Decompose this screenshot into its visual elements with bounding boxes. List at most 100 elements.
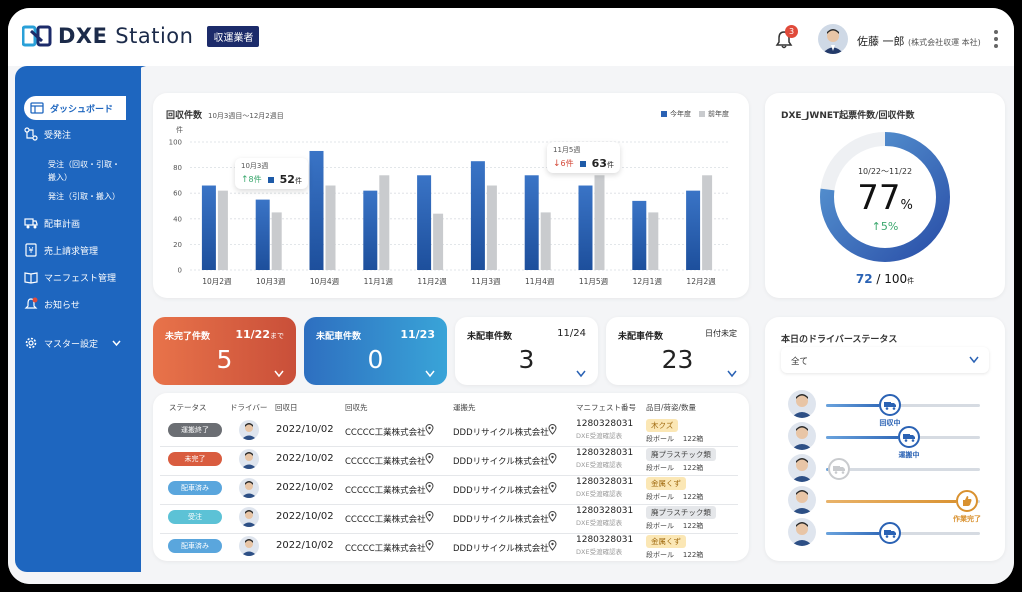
chart-callout-nov-week5: 11月5週 ↓6件 63件 — [547, 142, 620, 173]
sidebar-subitem-place-order[interactable]: 発注（引取・搬入） — [48, 190, 120, 203]
location-pin-icon[interactable] — [548, 453, 557, 464]
location-pin-icon[interactable] — [548, 424, 557, 435]
transport-to: DDDリサイクル株式会社 — [453, 486, 549, 496]
driver-progress-marker — [879, 522, 901, 544]
bar-current-year — [632, 200, 647, 270]
jwnet-period: 10/22〜11/22 — [857, 167, 913, 176]
stat-card-incomplete[interactable]: 未完了件数 11/22まで 5 — [153, 317, 296, 385]
sidebar-item-master-settings[interactable]: マスター設定 — [24, 336, 121, 350]
driver-avatar — [239, 478, 259, 498]
user-person-icon — [822, 29, 844, 54]
sidebar-item-label: ダッシュボード — [50, 104, 114, 115]
sidebar-item-dispatch[interactable]: 配車計画 — [24, 216, 80, 230]
sidebar-item-dashboard[interactable]: ダッシュボード — [24, 96, 126, 120]
transport-to: DDDリサイクル株式会社 — [453, 544, 549, 554]
stat-card-undispatched-1124[interactable]: 未配車件数 11/24 3 — [455, 317, 598, 385]
down-arrow-icon: ↓6件 — [553, 159, 574, 169]
row-divider — [160, 446, 738, 447]
manifest-number[interactable]: 1280328031 DXE受渡確認表 — [576, 535, 633, 556]
item-package-qty: 段ボール 122箱 — [646, 464, 704, 472]
x-tick-label: 10月3週 — [256, 277, 286, 286]
up-arrow-icon: ↑8件 — [241, 175, 262, 185]
status-badge: 配車済み — [168, 539, 222, 553]
collection-from: CCCCC工業株式会社 — [345, 428, 426, 438]
more-menu-icon[interactable] — [992, 28, 1000, 50]
jwnet-diff: ↑5% — [871, 220, 899, 233]
user-avatar[interactable] — [818, 24, 848, 54]
sidebar — [15, 66, 141, 572]
truck-icon — [879, 394, 901, 416]
th-date: 回収日 — [275, 403, 298, 412]
driver-progress-marker — [879, 394, 901, 416]
driver-person-icon — [241, 510, 257, 527]
sidebar-item-label: 配車計画 — [44, 219, 81, 230]
logo-text: DXE Station — [58, 24, 194, 48]
driver-person-icon — [241, 481, 257, 498]
x-tick-label: 12月1週 — [633, 277, 663, 286]
x-tick-label: 11月4週 — [525, 277, 555, 286]
status-badge: 配車済み — [168, 481, 222, 495]
status-badge: 未完了 — [168, 452, 222, 466]
y-axis-unit: 件 — [176, 125, 183, 134]
sidebar-item-label: マスター設定 — [44, 339, 99, 350]
stat-card-undispatched-1123[interactable]: 未配車件数 11/23 0 — [304, 317, 447, 385]
item-tag: 金属くず — [646, 535, 686, 548]
driver-progress-marker — [956, 490, 978, 512]
jwnet-title: DXE_JWNET起票件数/回収件数 — [781, 111, 915, 121]
location-pin-icon[interactable] — [425, 424, 434, 435]
billing-icon: ¥ — [25, 243, 37, 257]
sidebar-item-notices[interactable]: お知らせ — [24, 297, 80, 311]
location-pin-icon[interactable] — [425, 511, 434, 522]
manifest-number[interactable]: 1280328031 DXE受渡確認表 — [576, 506, 633, 527]
driver-status-label: 作業完了 — [953, 515, 981, 523]
bar-current-year — [470, 161, 485, 270]
driver-avatar — [788, 486, 816, 514]
manifest-number[interactable]: 1280328031 DXE受渡確認表 — [576, 448, 633, 469]
manifest-number[interactable]: 1280328031 DXE受渡確認表 — [576, 419, 633, 440]
sidebar-item-orders[interactable]: 受発注 — [24, 127, 71, 141]
role-badge: 収運業者 — [207, 25, 260, 47]
x-tick-label: 11月3週 — [471, 277, 501, 286]
location-pin-icon[interactable] — [425, 540, 434, 551]
collection-date: 2022/10/02 — [276, 424, 334, 435]
location-pin-icon[interactable] — [548, 540, 557, 551]
y-tick-label: 80 — [173, 164, 182, 172]
logo[interactable]: DXE Station 収運業者 — [22, 24, 260, 48]
manifest-number[interactable]: 1280328031 DXE受渡確認表 — [576, 477, 633, 498]
location-pin-icon[interactable] — [425, 482, 434, 493]
stat-card-undispatched-undated[interactable]: 未配車件数 日付未定 23 — [606, 317, 749, 385]
bar-current-year — [524, 175, 539, 270]
driver-avatar — [788, 390, 816, 418]
chevron-down-icon — [425, 370, 435, 378]
bar-previous-year — [271, 212, 282, 270]
legend-current-year: 今年度 — [661, 109, 691, 119]
th-driver: ドライバー — [230, 403, 268, 412]
sidebar-corner — [126, 66, 146, 96]
x-tick-label: 11月5週 — [579, 277, 609, 286]
location-pin-icon[interactable] — [548, 482, 557, 493]
driver-status-label: 運搬中 — [898, 451, 920, 459]
gear-icon — [25, 337, 37, 349]
thumbs-up-icon — [956, 490, 978, 512]
driver-person-icon — [791, 426, 813, 450]
sidebar-item-manifest[interactable]: マニフェスト管理 — [24, 270, 116, 284]
x-tick-label: 11月2週 — [417, 277, 447, 286]
status-badge: 運搬終了 — [168, 423, 222, 437]
location-pin-icon[interactable] — [548, 511, 557, 522]
sidebar-subitem-receive-order[interactable]: 受注（回収・引取・ 搬入） — [48, 158, 120, 184]
driver-filter-select[interactable]: 全て — [781, 347, 989, 373]
user-name[interactable]: 佐藤 一郎 (株式会社収運 本社) — [857, 33, 981, 49]
truck-icon — [898, 426, 920, 448]
driver-avatar — [239, 507, 259, 527]
location-pin-icon[interactable] — [425, 453, 434, 464]
jwnet-count: 72 / 100件 — [855, 272, 915, 286]
sidebar-item-billing[interactable]: ¥ 売上請求管理 — [24, 243, 98, 257]
th-manifest: マニフェスト番号 — [576, 403, 636, 412]
sidebar-item-label: マニフェスト管理 — [44, 273, 117, 284]
collection-from: CCCCC工業株式会社 — [345, 544, 426, 554]
chevron-down-icon — [727, 370, 737, 378]
bar-previous-year — [379, 175, 390, 270]
driver-person-icon — [241, 452, 257, 469]
collection-date: 2022/10/02 — [276, 540, 334, 551]
bar-previous-year — [648, 212, 659, 270]
